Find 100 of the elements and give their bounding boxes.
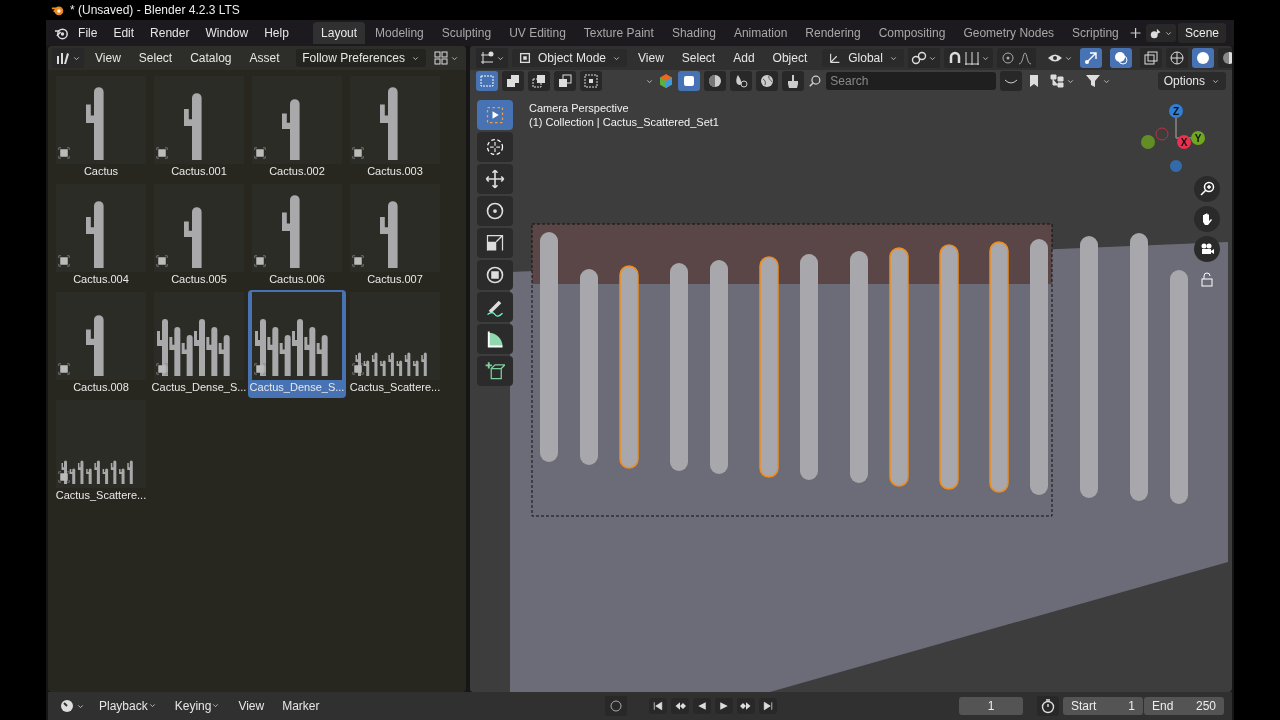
workspace-tab[interactable]: Texture Paint [575, 22, 662, 44]
editor-type-button[interactable] [52, 48, 84, 68]
menu-item[interactable]: Select [674, 48, 723, 68]
asset-tile[interactable]: Cactus.007 [346, 182, 444, 290]
tool-button[interactable] [477, 356, 513, 386]
menu-item[interactable]: View [631, 48, 671, 68]
workspace-tab[interactable]: UV Editing [501, 22, 574, 44]
import-method-dropdown[interactable]: Follow Preferences [296, 49, 426, 67]
current-frame-field[interactable]: 1 [959, 697, 1023, 715]
menu-item[interactable]: Object [765, 48, 815, 68]
workspace-tab[interactable]: Rendering [797, 22, 869, 44]
curve-button[interactable] [1000, 71, 1023, 91]
world-filter-button[interactable] [756, 71, 779, 91]
auto-key-button[interactable] [604, 696, 627, 716]
search-field[interactable]: Search [826, 72, 997, 90]
asset-tile[interactable]: Cactus.006 [248, 182, 346, 290]
menu-item[interactable]: Marker [275, 696, 327, 716]
menu-item[interactable]: Add [726, 48, 762, 68]
play-reverse-button[interactable] [692, 698, 711, 714]
light-filter-button[interactable] [730, 71, 753, 91]
menu-item[interactable]: Playback [92, 696, 164, 716]
menu-item[interactable]: Render [143, 23, 197, 43]
menu-item[interactable]: File [71, 23, 105, 43]
menu-item[interactable]: View [88, 48, 128, 68]
asset-tile[interactable]: Cactus.002 [248, 74, 346, 182]
workspace-tab[interactable]: Shading [663, 22, 724, 44]
play-icon [717, 700, 730, 712]
menu-item[interactable]: Catalog [183, 48, 239, 68]
jump-start-button[interactable] [648, 698, 667, 714]
next-keyframe-button[interactable] [736, 698, 755, 714]
prev-keyframe-button[interactable] [670, 698, 689, 714]
end-frame-field[interactable]: End 250 [1144, 697, 1224, 715]
workspace-tab[interactable]: Animation [725, 22, 796, 44]
select-intersect-button[interactable] [580, 71, 602, 91]
workspace-tab[interactable]: Modeling [367, 22, 432, 44]
tool-button[interactable] [477, 324, 513, 354]
navigation-gizmo[interactable]: Z X Y [1140, 102, 1210, 172]
caret-icon [147, 701, 157, 710]
asset-tile[interactable]: Cactus [52, 74, 150, 182]
workspace-tab[interactable]: Scripting [1064, 22, 1127, 44]
start-frame-field[interactable]: Start 1 [1063, 697, 1143, 715]
checkbox-icon [352, 255, 364, 267]
tool-button[interactable] [477, 196, 513, 226]
gizmo-toggle[interactable] [1079, 48, 1102, 68]
play-button[interactable] [714, 698, 733, 714]
menu-item[interactable]: Window [198, 23, 256, 43]
menu-item[interactable]: Edit [106, 23, 142, 43]
scene-field[interactable]: Scene [1177, 23, 1226, 43]
asset-tile[interactable]: Cactus.001 [150, 74, 248, 182]
select-invert-button[interactable] [554, 71, 576, 91]
workspace-tab[interactable]: Compositing [870, 22, 954, 44]
blender-logo-icon[interactable] [54, 25, 70, 41]
workspace-tab[interactable]: Geometry Nodes [955, 22, 1063, 44]
asset-tile[interactable]: Cactus_Dense_S... [150, 290, 248, 398]
tool-button[interactable] [477, 164, 513, 194]
snap-button[interactable] [943, 48, 993, 68]
jump-end-button[interactable] [758, 698, 777, 714]
xray-toggle[interactable] [1139, 48, 1162, 68]
brush-filter-button[interactable] [782, 71, 805, 91]
asset-tile[interactable]: Cactus_Scattere... [52, 398, 150, 506]
pivot-button[interactable] [907, 48, 940, 68]
select-extend-button[interactable] [502, 71, 524, 91]
select-invert-icon [557, 73, 573, 89]
orientation-dropdown[interactable]: Global [822, 49, 904, 67]
proportional-button[interactable] [996, 48, 1036, 68]
asset-tile[interactable]: Cactus.004 [52, 182, 150, 290]
scene-selector[interactable] [1145, 24, 1176, 42]
select-subtract-icon [531, 73, 547, 89]
menu-item[interactable]: Asset [242, 48, 287, 68]
overlay-toggle[interactable] [1109, 48, 1132, 68]
object-filter-button[interactable] [678, 71, 701, 91]
wireframe-shading-button[interactable] [1165, 48, 1188, 68]
asset-tile[interactable]: Cactus.003 [346, 74, 444, 182]
asset-tile[interactable]: Cactus_Scattere... [346, 290, 444, 398]
editor-type-button[interactable] [476, 48, 508, 68]
overlay-icon [1112, 50, 1129, 66]
menu-item[interactable]: View [231, 696, 272, 716]
link-icon [910, 50, 927, 66]
options-dropdown[interactable]: Options [1157, 72, 1226, 90]
material-filter-button[interactable] [704, 71, 727, 91]
tool-button[interactable] [477, 132, 513, 162]
solid-shading-button[interactable] [1191, 48, 1214, 68]
preview-range-button[interactable] [1037, 696, 1059, 716]
zoom-icon [1199, 181, 1215, 197]
asset-tile[interactable]: Cactus.005 [150, 182, 248, 290]
tool-button[interactable] [477, 260, 513, 290]
select-subtract-button[interactable] [528, 71, 550, 91]
add-icon[interactable] [1128, 26, 1142, 40]
mode-dropdown[interactable]: Object Mode [512, 49, 628, 67]
menu-item[interactable]: Keying [167, 696, 228, 716]
workspace-tab[interactable]: Layout [313, 22, 366, 44]
tool-button[interactable] [477, 228, 513, 258]
asset-tile[interactable]: Cactus_Dense_S... [248, 290, 346, 398]
asset-tile[interactable]: Cactus.008 [52, 290, 150, 398]
menu-item[interactable]: Help [257, 23, 296, 43]
workspace-tab[interactable]: Sculpting [433, 22, 500, 44]
menu-item[interactable]: Select [131, 48, 180, 68]
wireframe-sphere-icon [1168, 50, 1185, 66]
tool-button[interactable] [477, 292, 513, 322]
color-cube-icon[interactable] [658, 73, 675, 89]
